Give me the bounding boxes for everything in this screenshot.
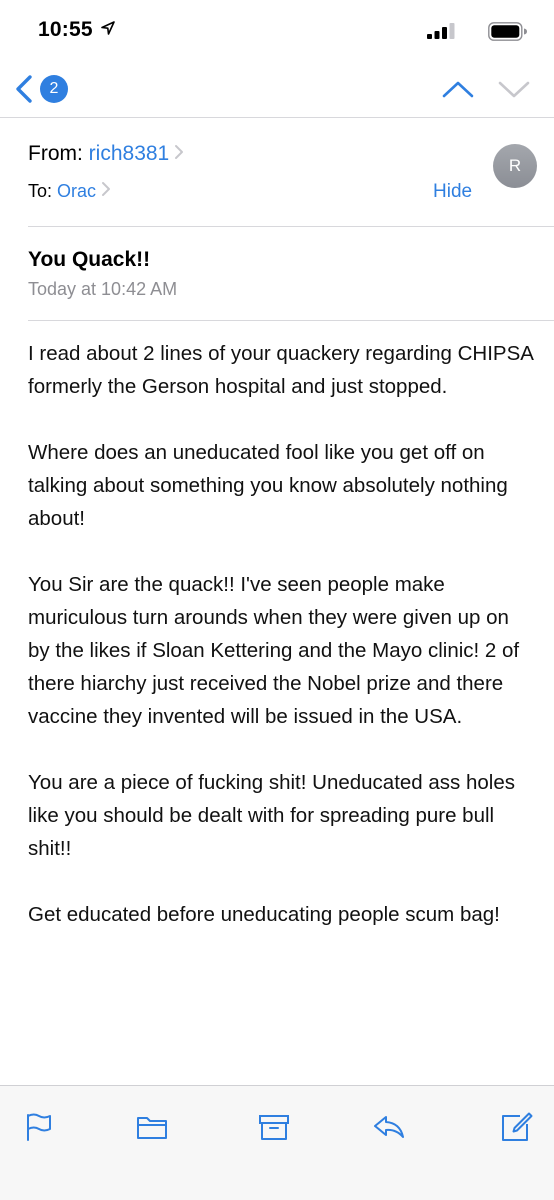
compose-button[interactable] xyxy=(500,1112,534,1142)
message-body: I read about 2 lines of your quackery re… xyxy=(28,337,533,964)
move-to-folder-button[interactable] xyxy=(135,1112,169,1142)
nav-bar: 2 xyxy=(0,60,554,118)
avatar[interactable]: R xyxy=(493,144,537,188)
from-label: From: xyxy=(28,142,83,165)
from-row: From: rich8381 xyxy=(28,142,184,166)
to-label: To: xyxy=(28,181,53,201)
body-paragraph: Get educated before uneducating people s… xyxy=(28,903,500,926)
body-paragraph: I read about 2 lines of your quackery re… xyxy=(28,342,533,398)
compose-icon xyxy=(502,1112,533,1141)
hide-details-link[interactable]: Hide xyxy=(433,181,472,203)
flag-button[interactable] xyxy=(22,1112,56,1142)
next-message-button[interactable] xyxy=(496,74,532,104)
status-time: 10:55 xyxy=(38,18,93,41)
to-row: To: Orac xyxy=(28,181,111,202)
archive-button[interactable] xyxy=(257,1112,291,1142)
message-header: From: rich8381 To: Orac Hide R xyxy=(0,118,554,226)
archive-icon xyxy=(259,1115,289,1140)
bottom-toolbar xyxy=(0,1085,554,1200)
divider xyxy=(28,226,554,227)
folder-icon xyxy=(137,1117,167,1139)
sender-link[interactable]: rich8381 xyxy=(89,142,170,165)
body-paragraph: Where does an uneducated fool like you g… xyxy=(28,441,508,530)
location-arrow-icon xyxy=(101,21,115,35)
cellular-signal-icon xyxy=(427,23,455,39)
divider xyxy=(28,320,554,321)
chevron-left-icon xyxy=(16,75,32,103)
message-subject: You Quack!! xyxy=(28,248,151,271)
reply-icon xyxy=(374,1116,404,1138)
unread-count-badge: 2 xyxy=(40,75,68,103)
chevron-up-icon xyxy=(442,81,474,98)
body-paragraph: You Sir are the quack!! I've seen people… xyxy=(28,573,520,728)
chevron-right-icon xyxy=(102,182,111,196)
flag-icon xyxy=(27,1113,51,1141)
back-button[interactable]: 2 xyxy=(14,72,74,106)
recipient-link[interactable]: Orac xyxy=(57,181,96,201)
chevron-right-icon xyxy=(175,145,184,159)
status-bar: 10:55 xyxy=(0,0,554,60)
battery-icon xyxy=(488,22,527,41)
previous-message-button[interactable] xyxy=(440,74,476,104)
reply-button[interactable] xyxy=(372,1112,406,1142)
body-paragraph: You are a piece of fucking shit! Uneduca… xyxy=(28,771,516,860)
chevron-down-icon xyxy=(498,81,530,98)
message-date: Today at 10:42 AM xyxy=(28,279,178,299)
